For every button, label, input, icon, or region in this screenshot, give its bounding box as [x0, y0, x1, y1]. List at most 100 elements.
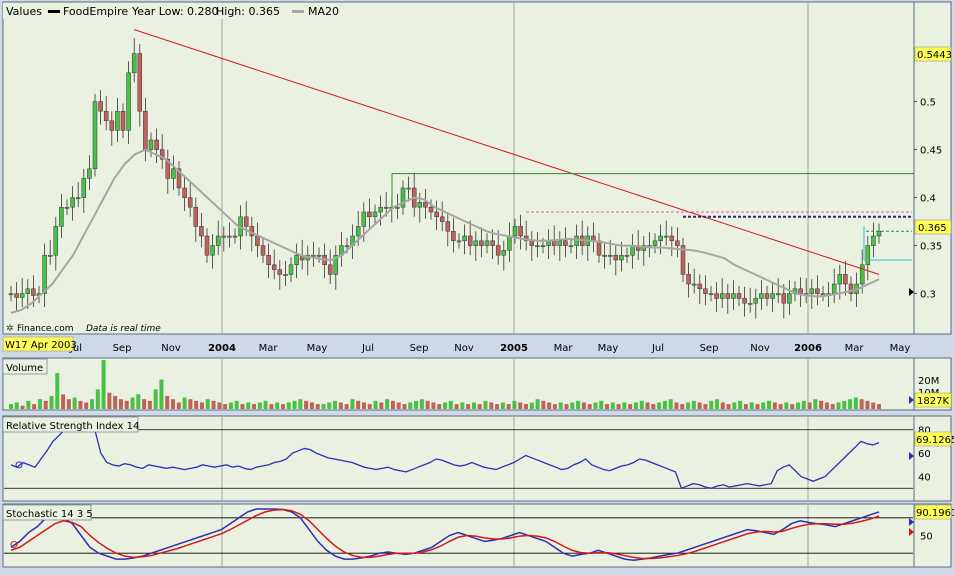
volume-bar: [645, 402, 650, 409]
time-axis-label: Nov: [454, 343, 474, 354]
volume-bar: [593, 402, 598, 409]
price-tick-label: 0.35: [920, 242, 942, 253]
volume-bar: [153, 389, 158, 409]
candle-body: [255, 235, 260, 246]
volume-bar: [853, 397, 858, 409]
time-axis-label: Nov: [750, 343, 770, 354]
volume-bar: [755, 404, 760, 409]
volume-bar: [686, 402, 691, 409]
candle-body: [675, 240, 680, 246]
candle-body: [630, 245, 635, 256]
volume-bar: [877, 404, 881, 409]
volume-bar: [130, 397, 135, 409]
candle-body: [372, 211, 378, 218]
volume-bar: [37, 399, 42, 409]
volume-bar: [460, 402, 465, 409]
volume-bar: [483, 400, 488, 409]
candle-body: [115, 110, 120, 131]
volume-bar: [228, 402, 233, 409]
candle-body: [120, 110, 126, 131]
volume-bar: [373, 400, 378, 409]
candle-body: [837, 274, 843, 285]
legend-symbol: FoodEmpire: [63, 5, 128, 18]
volume-bar: [171, 399, 176, 409]
candle-body: [540, 245, 546, 248]
candle-body: [568, 245, 574, 248]
candle-body: [70, 197, 75, 208]
volume-bar: [836, 402, 841, 409]
stock-chart-window: 0.3 0.35 0.4 0.45 0.5 Jul Sep Nov 2004 Mar May Jul S…: [0, 0, 954, 571]
volume-bar: [628, 404, 633, 409]
candle-body: [798, 288, 803, 294]
legend-year-low: Year Low: 0.280: [131, 5, 219, 18]
volume-bar: [431, 402, 436, 409]
volume-bar: [350, 399, 355, 409]
volume-bar: [124, 400, 129, 409]
candle-body: [686, 274, 691, 285]
volume-bar: [356, 400, 361, 409]
rsi-tick-label: 40: [918, 473, 931, 484]
volume-bar: [651, 404, 656, 409]
candle-body: [131, 53, 137, 74]
volume-bar: [709, 400, 714, 409]
volume-bar: [720, 402, 725, 409]
candle-body: [703, 288, 708, 294]
candle-body: [423, 202, 428, 208]
candle-body: [8, 293, 14, 296]
volume-bar: [558, 402, 563, 409]
volume-bar: [801, 400, 806, 409]
volume-bar: [182, 397, 187, 409]
volume-bar: [454, 404, 459, 409]
candle-body: [871, 235, 876, 246]
candle-body: [53, 226, 59, 256]
candle-body: [361, 211, 367, 227]
volume-bar: [72, 397, 77, 409]
time-axis-label: Sep: [410, 343, 429, 354]
candle-body: [574, 235, 579, 246]
candle-body: [865, 245, 871, 266]
volume-bar: [159, 379, 164, 409]
volume-bar: [269, 404, 274, 409]
volume-bar: [344, 404, 349, 409]
candle-body: [820, 293, 826, 296]
candle-body: [182, 187, 187, 198]
volume-bar: [443, 402, 447, 409]
candle-body: [484, 240, 490, 246]
candle-body: [47, 254, 53, 257]
volume-bar: [165, 395, 170, 409]
candle-body: [490, 240, 495, 246]
volume-bar: [390, 400, 395, 409]
candle-body: [428, 206, 434, 213]
time-axis-label: May: [890, 343, 911, 354]
candle-body: [271, 264, 277, 270]
volume-bar: [535, 399, 540, 409]
volume-bar: [506, 404, 511, 409]
time-axis-label: 2005: [500, 343, 528, 354]
volume-value-label: 1827K: [917, 396, 949, 407]
volume-bar: [188, 399, 193, 409]
volume-bar: [605, 404, 610, 409]
candle-body: [288, 264, 294, 275]
volume-bar: [26, 400, 31, 409]
volume-bar: [61, 394, 66, 409]
volume-bar: [749, 402, 754, 409]
volume-bar: [280, 404, 285, 409]
candle-body: [843, 274, 848, 285]
candle-body: [557, 240, 563, 246]
date-flag-text: W17 Apr 2003: [5, 340, 77, 351]
candle-body: [831, 283, 837, 294]
volume-bar: [396, 402, 401, 409]
time-axis-label: May: [598, 343, 619, 354]
volume-bar: [674, 402, 679, 409]
stoch-title: Stochastic 14 3 5: [6, 509, 93, 520]
candle-body: [495, 245, 501, 256]
candle-body: [316, 254, 322, 257]
candle-body: [815, 288, 820, 294]
watermark: Finance.com: [17, 324, 74, 334]
volume-bar: [95, 389, 100, 409]
legend-ma: MA20: [308, 5, 339, 18]
candle-body: [406, 187, 411, 190]
volume-bar: [385, 399, 390, 409]
volume-bar: [795, 402, 800, 409]
high-value-label: 0.5443: [917, 50, 952, 61]
